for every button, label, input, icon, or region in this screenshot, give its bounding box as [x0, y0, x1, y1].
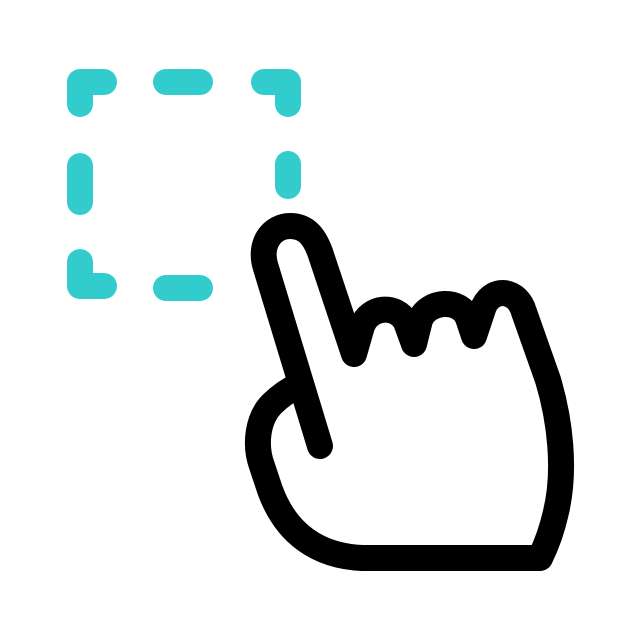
hand-outline — [244, 213, 575, 571]
select-area-icon — [67, 69, 575, 571]
selection-corner-bottom-left — [67, 249, 117, 299]
pointing-hand-icon — [244, 213, 575, 571]
selection-corner-top-left — [67, 69, 117, 117]
icon-canvas — [0, 0, 640, 640]
selection-corner-top-right — [251, 69, 301, 117]
